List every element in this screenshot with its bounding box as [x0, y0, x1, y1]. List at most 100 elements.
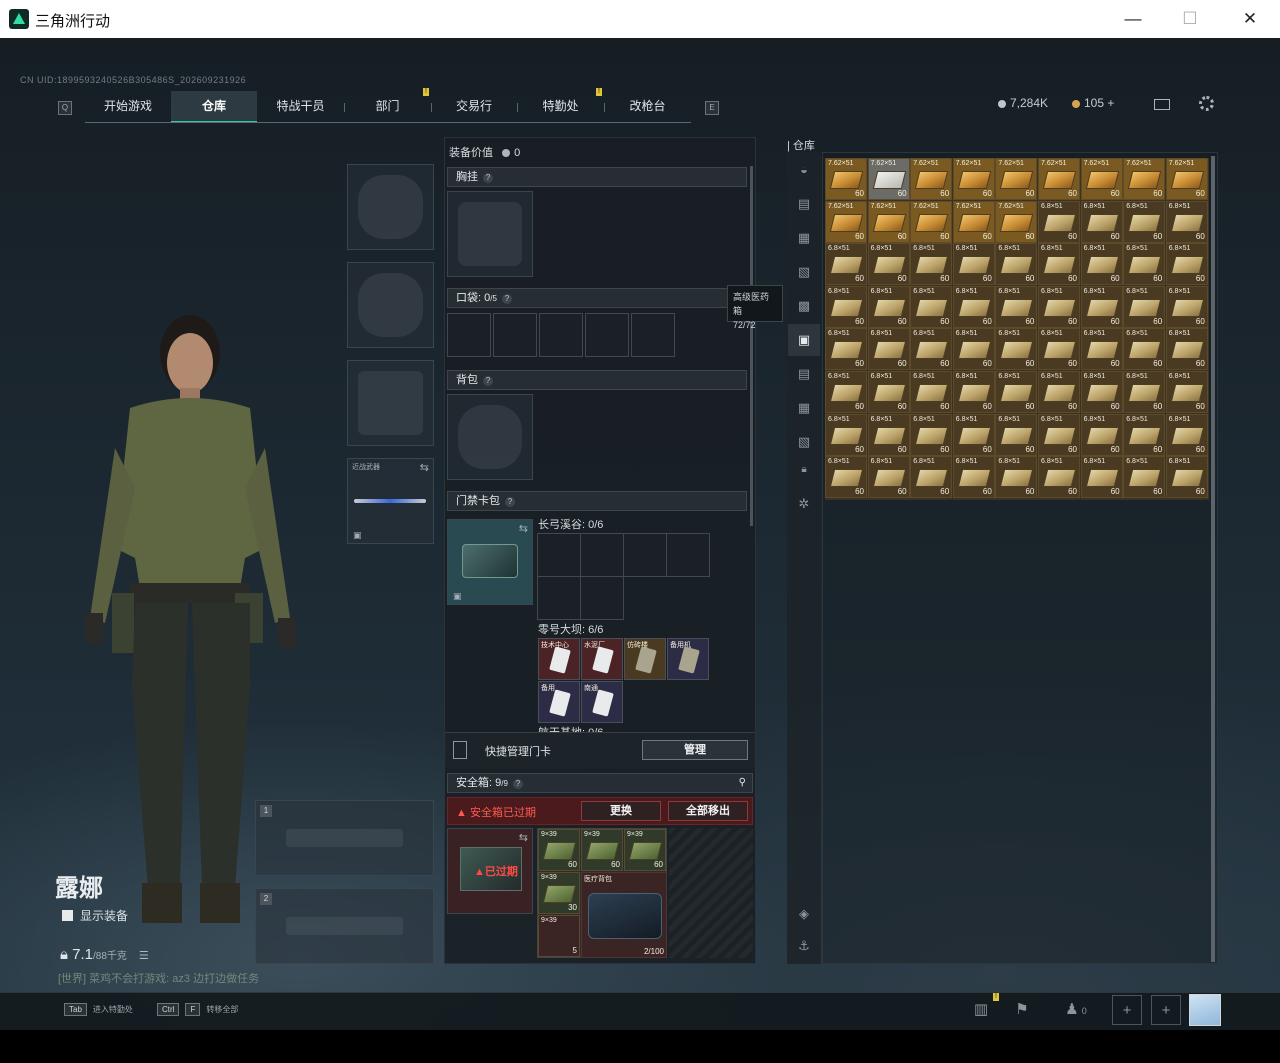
pocket-slot[interactable]: [447, 313, 491, 357]
warehouse-ammo-item[interactable]: 6.8×51 60: [1165, 413, 1208, 456]
swap-icon[interactable]: ⇆: [519, 522, 528, 535]
backpack-slot[interactable]: [447, 394, 533, 480]
warehouse-ammo-item[interactable]: 6.8×51 60: [910, 456, 953, 499]
warehouse-ammo-item[interactable]: 7.62×51 60: [995, 158, 1038, 200]
replace-button[interactable]: 更换: [581, 801, 661, 821]
keycard-slot[interactable]: [666, 533, 710, 577]
primary-weapon-slot-2[interactable]: 2: [255, 888, 434, 964]
sidebar-keys-filter-icon[interactable]: ▤: [788, 358, 820, 390]
warehouse-ammo-item[interactable]: 7.62×51 60: [910, 200, 953, 243]
helmet-slot[interactable]: [347, 164, 434, 250]
warehouse-ammo-item[interactable]: 7.62×51 60: [825, 158, 867, 200]
warehouse-ammo-item[interactable]: 7.62×51 60: [995, 200, 1038, 243]
pin-icon[interactable]: ⚲: [739, 774, 746, 792]
sidebar-gear-filter-icon[interactable]: ▧: [788, 256, 820, 288]
warehouse-ammo-item[interactable]: 6.8×51 60: [1165, 200, 1208, 243]
sidebar-armor-filter-icon[interactable]: ▦: [788, 222, 820, 254]
warehouse-ammo-item[interactable]: 7.62×51 60: [825, 200, 867, 243]
keycard-item[interactable]: 水泥厂: [581, 638, 623, 680]
warehouse-ammo-item[interactable]: 6.8×51 60: [1165, 456, 1208, 499]
warehouse-ammo-item[interactable]: 6.8×51 60: [1038, 200, 1080, 243]
warehouse-ammo-item[interactable]: 6.8×51 60: [1165, 285, 1208, 328]
sidebar-misc-filter-icon[interactable]: ▦: [788, 392, 820, 424]
safebox-ammo[interactable]: 9×39 60: [624, 829, 666, 871]
nav-next-key[interactable]: E: [705, 101, 719, 115]
melee-slot[interactable]: 近战武器 ⇆ ▣: [347, 458, 434, 544]
show-equipment-toggle[interactable]: 显示装备: [62, 907, 128, 924]
warehouse-ammo-item[interactable]: 7.62×51 60: [867, 158, 910, 200]
warehouse-ammo-item[interactable]: 6.8×51 60: [952, 328, 995, 371]
minimize-button[interactable]: —: [1110, 6, 1156, 32]
help-icon[interactable]: ?: [512, 779, 523, 789]
safebox-ammo[interactable]: 9×39 30: [538, 872, 580, 914]
keycard-item[interactable]: 仿砖楼: [624, 638, 666, 680]
warehouse-ammo-item[interactable]: 6.8×51 60: [995, 413, 1038, 456]
show-equipment-checkbox[interactable]: [62, 910, 73, 921]
warehouse-ammo-item[interactable]: 6.8×51 60: [825, 371, 867, 413]
warehouse-ammo-item[interactable]: 6.8×51 60: [1038, 285, 1080, 328]
swap-icon[interactable]: ⇆: [420, 461, 429, 474]
warehouse-ammo-item[interactable]: 6.8×51 60: [1165, 328, 1208, 371]
equipment-scrollbar[interactable]: [750, 166, 753, 526]
pistol-slot[interactable]: [347, 360, 434, 446]
warehouse-ammo-item[interactable]: 6.8×51 60: [910, 285, 953, 328]
warehouse-ammo-item[interactable]: 6.8×51 60: [1038, 413, 1080, 456]
nav-prev-key[interactable]: Q: [58, 101, 72, 115]
keycard-case-slot[interactable]: ⇆ ▣: [447, 519, 533, 605]
stats-icon[interactable]: ▥: [966, 995, 996, 1025]
warehouse-ammo-item[interactable]: 6.8×51 60: [1038, 243, 1080, 286]
pocket-slot[interactable]: [539, 313, 583, 357]
warehouse-ammo-item[interactable]: 6.8×51 60: [825, 243, 867, 286]
add-teammate-button[interactable]: +: [1151, 995, 1181, 1025]
keycard-slot[interactable]: [537, 576, 581, 620]
warehouse-ammo-item[interactable]: 6.8×51 60: [1123, 456, 1166, 499]
keycard-slot[interactable]: [580, 533, 624, 577]
warehouse-ammo-item[interactable]: 6.8×51 60: [952, 243, 995, 286]
tab-trade[interactable]: 交易行: [431, 91, 517, 123]
safebox-slot[interactable]: ▲已过期 ⇆: [447, 828, 533, 914]
keycard-item[interactable]: 备用: [538, 681, 580, 723]
warehouse-ammo-item[interactable]: 7.62×51 60: [952, 158, 995, 200]
warehouse-ammo-item[interactable]: 7.62×51 60: [867, 200, 910, 243]
sidebar-consumable-filter-icon[interactable]: ▩: [788, 290, 820, 322]
warehouse-ammo-item[interactable]: 6.8×51 60: [825, 328, 867, 371]
warehouse-ammo-item[interactable]: 6.8×51 60: [995, 456, 1038, 499]
warehouse-ammo-item[interactable]: 6.8×51 60: [1080, 413, 1123, 456]
pocket-slot[interactable]: [493, 313, 537, 357]
pocket-slot[interactable]: [631, 313, 675, 357]
warehouse-ammo-item[interactable]: 6.8×51 60: [1080, 371, 1123, 413]
warehouse-ammo-item[interactable]: 6.8×51 60: [1080, 285, 1123, 328]
warehouse-ammo-item[interactable]: 7.62×51 60: [1123, 158, 1166, 200]
pocket-slot[interactable]: [585, 313, 629, 357]
sidebar-lock-icon[interactable]: 🔒︎: [788, 454, 820, 486]
warehouse-ammo-item[interactable]: 6.8×51 60: [1038, 456, 1080, 499]
close-button[interactable]: ✕: [1227, 6, 1273, 32]
add-teammate-button[interactable]: +: [1112, 995, 1142, 1025]
warehouse-ammo-item[interactable]: 6.8×51 60: [910, 371, 953, 413]
warehouse-ammo-item[interactable]: 6.8×51 60: [1165, 243, 1208, 286]
warehouse-ammo-item[interactable]: 6.8×51 60: [995, 371, 1038, 413]
sidebar-helmet-filter-icon[interactable]: ◒: [788, 154, 820, 186]
tab-warehouse[interactable]: 仓库: [171, 91, 257, 123]
flag-icon[interactable]: ⚑: [1007, 995, 1037, 1025]
warehouse-ammo-item[interactable]: 6.8×51 60: [1123, 371, 1166, 413]
sidebar-sort-icon[interactable]: ⚓︎: [788, 930, 820, 962]
keycard-slot[interactable]: [623, 533, 667, 577]
transfer-all-shortcut[interactable]: Ctrl F 转移全部: [157, 1003, 238, 1016]
warehouse-ammo-item[interactable]: 6.8×51 60: [1123, 328, 1166, 371]
world-chat-line[interactable]: [世界] 菜鸡不会打游戏: az3 边打边做任务: [58, 970, 259, 986]
warehouse-ammo-item[interactable]: 6.8×51 60: [910, 413, 953, 456]
keycard-slot[interactable]: [537, 533, 581, 577]
warehouse-ammo-item[interactable]: 6.8×51 60: [1165, 371, 1208, 413]
safebox-ammo[interactable]: 9×39 5: [538, 915, 580, 957]
warehouse-ammo-item[interactable]: 7.62×51 60: [910, 158, 953, 200]
primary-weapon-slot-1[interactable]: 1: [255, 800, 434, 876]
friends-icon[interactable]: ♟ 0: [1058, 995, 1094, 1025]
warehouse-ammo-item[interactable]: 6.8×51 60: [867, 285, 910, 328]
warehouse-ammo-item[interactable]: 6.8×51 60: [867, 243, 910, 286]
warehouse-ammo-item[interactable]: 7.62×51 60: [952, 200, 995, 243]
havoc-currency[interactable]: 7,284K: [998, 96, 1048, 110]
warehouse-ammo-item[interactable]: 6.8×51 60: [1080, 328, 1123, 371]
tab-special-ops[interactable]: 特勤处: [517, 91, 604, 123]
safebox-ammo[interactable]: 9×39 60: [538, 829, 580, 871]
